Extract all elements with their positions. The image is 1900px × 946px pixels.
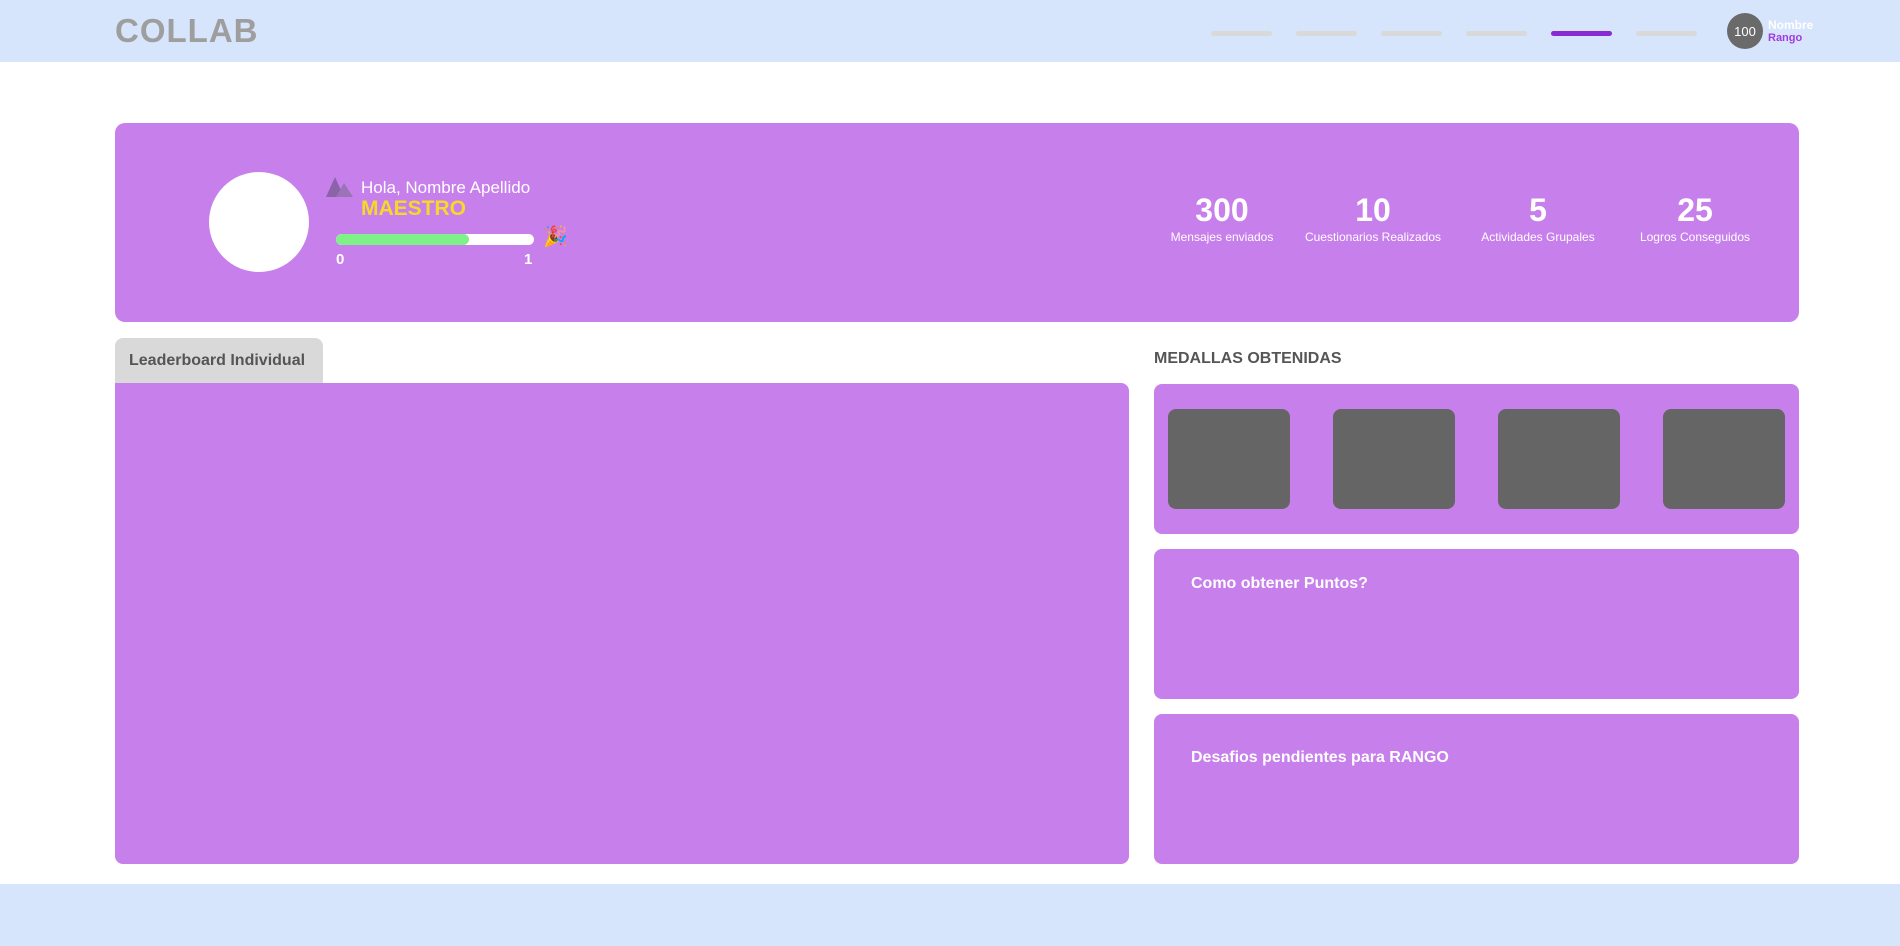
- stat-achievements: 25 Logros Conseguidos: [1625, 192, 1765, 244]
- mountain-icon: [326, 177, 353, 197]
- leaderboard-panel: [115, 383, 1129, 864]
- footer-bar: [0, 884, 1900, 946]
- nav-item-5-active[interactable]: [1551, 31, 1612, 36]
- stat-label: Actividades Grupales: [1481, 230, 1595, 244]
- user-name: Nombre: [1768, 18, 1814, 32]
- stat-label: Cuestionarios Realizados: [1304, 230, 1442, 244]
- pending-challenges-title: Desafios pendientes para RANGO: [1191, 749, 1449, 766]
- medal-slot-3[interactable]: [1498, 409, 1620, 509]
- top-navigation-bar: COLLAB 100 Nombre Rango: [0, 0, 1900, 62]
- user-rank: Rango: [1768, 32, 1803, 44]
- medal-slot-1[interactable]: [1168, 409, 1290, 509]
- stat-value: 10: [1355, 192, 1391, 228]
- nav-item-6[interactable]: [1636, 31, 1697, 36]
- profile-avatar[interactable]: [209, 172, 309, 272]
- medals-section-title: MEDALLAS OBTENIDAS: [1154, 350, 1342, 367]
- stat-quizzes: 10 Cuestionarios Realizados: [1293, 192, 1453, 244]
- tab-leaderboard-individual[interactable]: Leaderboard Individual: [115, 338, 323, 383]
- medal-slot-4[interactable]: [1663, 409, 1785, 509]
- nav-item-1[interactable]: [1211, 31, 1272, 36]
- points-info-panel: Como obtener Puntos?: [1154, 549, 1799, 699]
- rank-progress-fill: [336, 234, 469, 245]
- medal-slot-2[interactable]: [1333, 409, 1455, 509]
- party-popper-icon: 🎉: [543, 226, 568, 248]
- stat-value: 300: [1195, 192, 1249, 228]
- greeting-text: Hola, Nombre Apellido: [361, 178, 531, 197]
- stat-value: 5: [1529, 192, 1547, 228]
- rank-progress-bar: [336, 234, 534, 245]
- pending-challenges-panel: Desafios pendientes para RANGO: [1154, 714, 1799, 864]
- stat-label: Mensajes enviados: [1170, 230, 1274, 244]
- progress-max-label: 1: [524, 251, 533, 268]
- stat-messages: 300 Mensajes enviados: [1153, 192, 1291, 244]
- stat-label: Logros Conseguidos: [1639, 230, 1751, 244]
- stat-value: 25: [1677, 192, 1713, 228]
- nav-item-3[interactable]: [1381, 31, 1442, 36]
- points-info-title: Como obtener Puntos?: [1191, 575, 1368, 592]
- stat-group-activities: 5 Actividades Grupales: [1462, 192, 1614, 244]
- rank-title: MAESTRO: [361, 197, 466, 220]
- profile-summary-card: Hola, Nombre Apellido MAESTRO 🎉 0 1 300 …: [115, 123, 1799, 322]
- progress-min-label: 0: [336, 251, 345, 268]
- user-points-badge[interactable]: 100: [1727, 13, 1763, 49]
- nav-item-2[interactable]: [1296, 31, 1357, 36]
- nav-item-4[interactable]: [1466, 31, 1527, 36]
- medals-panel: [1154, 384, 1799, 534]
- app-logo[interactable]: COLLAB: [115, 12, 258, 50]
